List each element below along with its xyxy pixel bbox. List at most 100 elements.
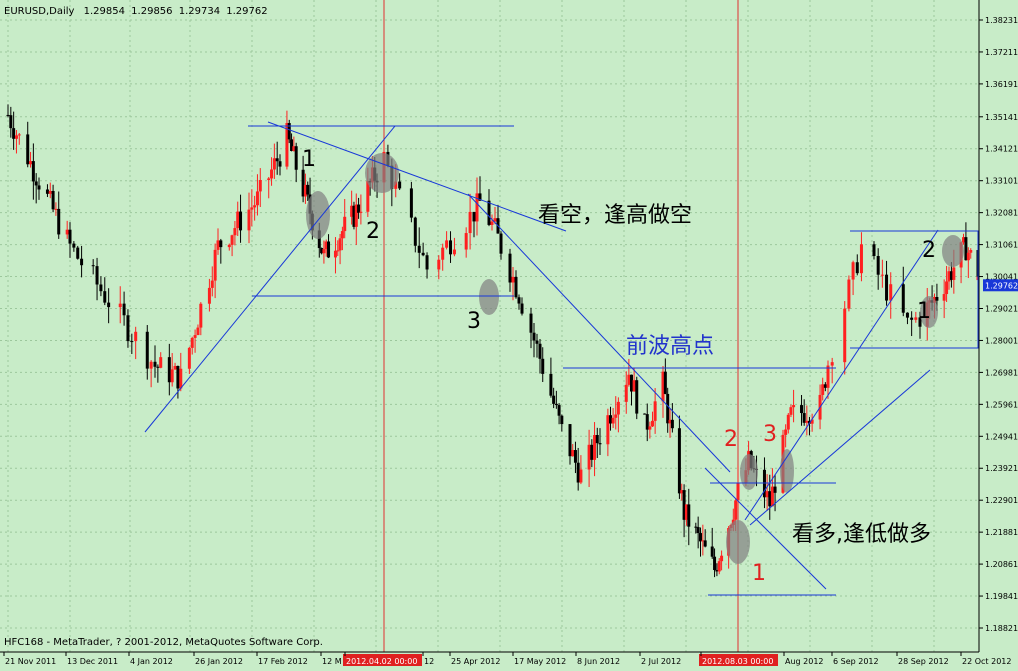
candle-body: [514, 276, 518, 298]
candle-body: [935, 296, 939, 301]
candle-body: [855, 262, 859, 274]
candle-body: [464, 233, 468, 250]
candle-body: [653, 401, 657, 421]
candle-body: [425, 255, 429, 270]
candle-body: [910, 317, 914, 320]
candle-body: [717, 561, 721, 572]
candle-body: [666, 393, 670, 424]
candle-body: [823, 384, 827, 388]
chart-background: [0, 0, 1018, 667]
annotation-label: 3: [467, 309, 481, 334]
candle-body: [233, 228, 237, 236]
price-tick-label: 1.32081: [985, 209, 1018, 218]
candle-body: [219, 240, 223, 248]
candle-body: [535, 340, 539, 344]
candle-body: [336, 250, 340, 252]
candlestick-chart: 1 2 3 看空，逢高做空 前波高点 2 3 1 看多,逢低做多 2 1 1.38231 1.3721…: [0, 0, 1018, 667]
time-tick-label: 8 Jun 2012: [577, 657, 620, 666]
candle-body: [145, 331, 149, 369]
candle-body: [696, 527, 700, 534]
candle-body: [703, 540, 707, 547]
candle-body: [541, 358, 545, 374]
price-tick-label: 1.22901: [985, 496, 1018, 505]
candle-body: [614, 414, 618, 418]
time-tick-label: 17 Feb 2012: [258, 657, 308, 666]
candle-body: [236, 211, 240, 229]
annotation-label: 2: [366, 219, 380, 244]
candle-body: [765, 491, 769, 498]
price-tick-label: 1.37211: [985, 48, 1018, 57]
highlight-ellipse: [740, 454, 758, 490]
candle-body: [643, 413, 647, 415]
candle-body: [413, 217, 417, 246]
candle-body: [445, 240, 449, 248]
time-tick-label: 26 Jan 2012: [195, 657, 243, 666]
candle-body: [802, 413, 806, 423]
candle-body: [635, 380, 639, 414]
candle-body: [14, 135, 18, 139]
candle-body: [571, 450, 575, 457]
candle-body: [663, 371, 667, 394]
candle-body: [699, 533, 702, 542]
candle-body: [230, 235, 234, 245]
candle-body: [876, 256, 880, 275]
candle-body: [768, 491, 772, 507]
candle-body: [130, 341, 134, 343]
candle-body: [851, 262, 855, 280]
candle-body: [645, 414, 649, 430]
highlight-ellipse: [726, 520, 750, 564]
annotation-label: 前波高点: [626, 334, 714, 359]
candle-body: [598, 443, 602, 445]
price-tick-label: 1.28001: [985, 336, 1018, 345]
candle: [635, 376, 639, 420]
candle-body: [508, 253, 512, 283]
candle-body: [278, 161, 282, 167]
candle-body: [713, 556, 717, 571]
candle-body: [294, 146, 298, 170]
candle-body: [176, 365, 180, 389]
candle-body: [126, 315, 130, 342]
candle-body: [149, 361, 153, 369]
candle-body: [552, 395, 556, 404]
candle-body: [557, 405, 561, 416]
time-marker-label: 2012.04.02 00:00: [346, 657, 417, 666]
candle-body: [272, 158, 276, 170]
candle-body: [826, 365, 830, 388]
candle-body: [72, 243, 76, 248]
annotation-label: 1: [917, 299, 931, 324]
candle-body: [167, 357, 171, 383]
candle-body: [68, 229, 72, 244]
time-tick-label: 28 Sep 2012: [898, 657, 949, 666]
candle-body: [710, 546, 714, 557]
candle-body: [487, 200, 491, 225]
candle-body: [76, 247, 80, 259]
candle-body: [847, 279, 851, 309]
candle-body: [306, 184, 310, 195]
candle-body: [830, 362, 834, 366]
candle-body: [54, 208, 58, 210]
chart-svg: 123看空，逢高做空前波高点2 31看多,逢低做多21 1.382311.3721…: [0, 0, 1018, 667]
candle-body: [670, 419, 674, 429]
candle-body: [595, 435, 599, 444]
candle-body: [441, 247, 445, 260]
candle-body: [651, 420, 654, 427]
chart-footer: HFC168 - MetaTrader, ? 2001-2012, MetaQu…: [4, 637, 323, 648]
candle-body: [199, 303, 203, 328]
candle-body: [196, 327, 200, 336]
highlight-ellipse: [479, 279, 499, 315]
candle-body: [805, 420, 809, 423]
price-tick-label: 1.36191: [985, 80, 1018, 89]
candle-body: [417, 245, 421, 253]
candle-body: [648, 426, 652, 430]
candle-body: [966, 252, 970, 261]
candle-body: [579, 469, 583, 483]
candle-body: [31, 161, 35, 182]
candle: [847, 275, 851, 312]
candle-body: [942, 294, 946, 301]
candle-body: [529, 313, 533, 333]
candle-body: [343, 216, 347, 232]
candle-body: [12, 128, 16, 139]
candle-body: [275, 158, 279, 162]
candle-body: [490, 221, 494, 225]
candle-body: [885, 274, 889, 301]
